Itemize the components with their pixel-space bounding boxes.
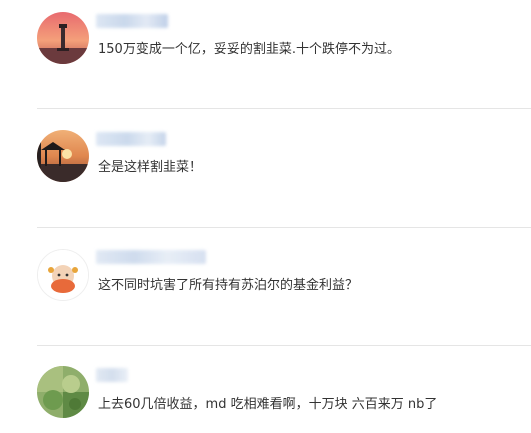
- divider: [37, 108, 531, 109]
- comment-text: 150万变成一个亿，妥妥的割韭菜.十个跌停不为过。: [98, 42, 400, 57]
- user-avatar[interactable]: [37, 130, 89, 182]
- comment-text: 全是这样割韭菜！: [98, 160, 203, 175]
- divider: [37, 227, 531, 228]
- user-avatar[interactable]: [37, 249, 89, 301]
- username[interactable]: [96, 132, 166, 146]
- comment-text: 上去60几倍收益，md 吃相难看啊，十万块 六百来万 nb了: [98, 397, 438, 412]
- user-avatar[interactable]: [37, 12, 89, 64]
- comment-text: 这不同时坑害了所有持有苏泊尔的基金利益？: [98, 278, 359, 293]
- cartoon-character-avatar-icon: [38, 250, 88, 300]
- divider: [37, 345, 531, 346]
- username[interactable]: [96, 250, 206, 264]
- pavilion-sunset-avatar-icon: [37, 130, 89, 182]
- username[interactable]: [96, 14, 168, 28]
- green-plant-avatar-icon: [37, 366, 89, 418]
- lighthouse-sunset-avatar-icon: [37, 12, 89, 64]
- username[interactable]: [96, 368, 128, 382]
- user-avatar[interactable]: [37, 366, 89, 418]
